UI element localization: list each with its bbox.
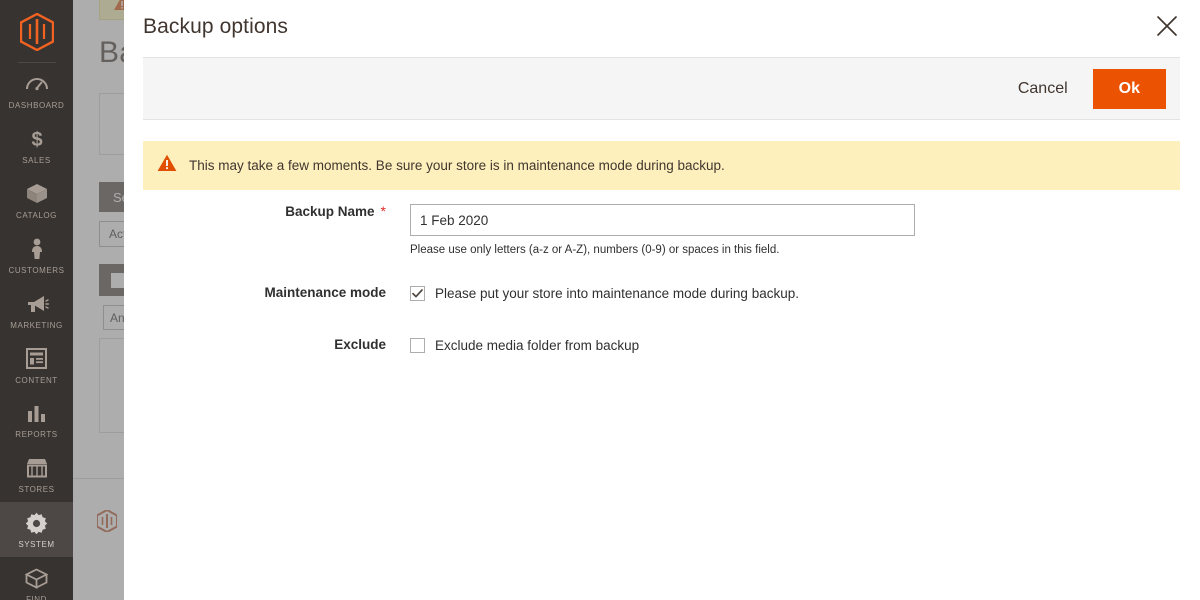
magento-logo-icon[interactable] xyxy=(0,0,73,58)
dashboard-icon xyxy=(25,72,48,96)
sidebar-item-label: Customers xyxy=(8,265,65,275)
sidebar-item-label: Stores xyxy=(18,485,55,495)
maintenance-notice: This may take a few moments. Be sure you… xyxy=(143,141,1180,190)
megaphone-icon xyxy=(25,292,49,316)
sidebar-item-marketing[interactable]: Marketing xyxy=(0,283,73,338)
maintenance-mode-checkbox[interactable] xyxy=(410,286,425,301)
sidebar-item-label: System xyxy=(18,540,55,550)
maintenance-notice-text: This may take a few moments. Be sure you… xyxy=(189,158,725,173)
admin-sidebar: Dashboard $ Sales Catalog Customers Mark… xyxy=(0,0,73,600)
sidebar-item-label: Reports xyxy=(15,430,58,440)
dollar-icon: $ xyxy=(29,127,45,151)
maintenance-mode-label: Maintenance mode xyxy=(264,285,386,300)
close-icon[interactable] xyxy=(1150,9,1184,43)
sidebar-item-label: Catalog xyxy=(16,210,57,220)
sidebar-item-find-partners-extensions[interactable]: Find Partners & Extensions xyxy=(0,557,73,600)
required-marker: * xyxy=(380,203,386,219)
maintenance-mode-checkbox-label: Please put your store into maintenance m… xyxy=(435,285,799,301)
box-icon xyxy=(26,182,48,206)
screen: Backups Search Actions Any xyxy=(0,0,1200,600)
backup-name-label-text: Backup Name xyxy=(285,204,375,219)
modal-title: Backup options xyxy=(143,15,288,38)
gear-icon xyxy=(25,511,48,535)
exclude-row: Exclude Exclude media folder from backup xyxy=(124,338,1200,353)
cancel-button[interactable]: Cancel xyxy=(1004,72,1082,106)
backup-name-control: Please use only letters (a-z or A-Z), nu… xyxy=(410,204,915,256)
sidebar-item-reports[interactable]: Reports xyxy=(0,392,73,447)
bar-chart-icon xyxy=(26,401,48,425)
sidebar-item-dashboard[interactable]: Dashboard xyxy=(0,63,73,118)
storefront-icon xyxy=(25,456,49,480)
maintenance-mode-control: Please put your store into maintenance m… xyxy=(410,286,799,301)
ok-button[interactable]: Ok xyxy=(1092,68,1166,109)
sidebar-item-label: Dashboard xyxy=(8,101,65,110)
exclude-control: Exclude media folder from backup xyxy=(410,338,639,353)
partners-box-icon xyxy=(25,566,48,590)
sidebar-item-label: Sales xyxy=(22,155,51,165)
modal-action-bar: Cancel Ok xyxy=(143,57,1180,120)
warning-triangle-icon xyxy=(157,154,177,177)
sidebar-item-content[interactable]: Content xyxy=(0,338,73,393)
sidebar-item-label: Content xyxy=(15,375,58,385)
sidebar-item-label: Marketing xyxy=(10,320,63,330)
exclude-checkbox[interactable] xyxy=(410,338,425,353)
backup-name-input[interactable] xyxy=(410,204,915,236)
maintenance-mode-row: Maintenance mode Please put your store i… xyxy=(124,286,1200,301)
sidebar-item-catalog[interactable]: Catalog xyxy=(0,173,73,228)
svg-text:$: $ xyxy=(31,129,42,150)
backup-name-row: Backup Name * Please use only letters (a-… xyxy=(124,204,1200,256)
exclude-label: Exclude xyxy=(334,337,386,352)
backup-options-modal: Backup options Cancel Ok This may take a… xyxy=(124,0,1200,600)
person-icon xyxy=(29,237,45,261)
sidebar-item-customers[interactable]: Customers xyxy=(0,228,73,283)
sidebar-item-sales[interactable]: $ Sales xyxy=(0,118,73,173)
backup-name-note: Please use only letters (a-z or A-Z), nu… xyxy=(410,244,780,256)
sidebar-item-system[interactable]: System xyxy=(0,502,73,558)
layout-icon xyxy=(26,347,47,371)
sidebar-item-stores[interactable]: Stores xyxy=(0,447,73,502)
exclude-checkbox-label: Exclude media folder from backup xyxy=(435,337,640,353)
sidebar-item-label: Find Partners & Extensions xyxy=(26,595,47,600)
backup-name-label: Backup Name * xyxy=(124,204,386,219)
